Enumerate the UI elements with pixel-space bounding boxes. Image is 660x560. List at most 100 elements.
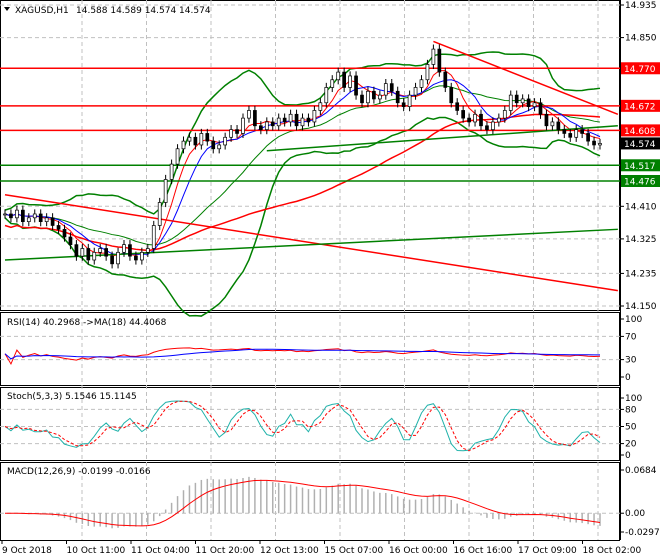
indicator-tick-label: 30 xyxy=(625,356,637,366)
indicator-tick-label: 100 xyxy=(625,315,642,325)
indicator-tick-label: 70 xyxy=(625,332,637,342)
candle-body xyxy=(574,129,579,138)
stoch-title: Stoch(5,3,3) 5.1546 15.1145 xyxy=(7,392,137,402)
time-label: 15 Oct 07:00 xyxy=(325,546,384,556)
candle-body xyxy=(259,125,263,130)
candle-body xyxy=(26,217,31,222)
time-label: 18 Oct 02:00 xyxy=(583,546,642,556)
candle-body xyxy=(9,213,13,219)
candle-body xyxy=(526,98,531,107)
rsi-panel[interactable] xyxy=(4,347,601,366)
candle-body xyxy=(157,202,162,226)
candle-body xyxy=(264,121,269,130)
candle-body xyxy=(104,248,109,257)
candle-body xyxy=(479,113,483,127)
macd-title: MACD(12,26,9) -0.0199 -0.0166 xyxy=(7,467,151,477)
candle-body xyxy=(407,94,412,107)
symbol-label: XAGUSD,H1 xyxy=(15,6,69,16)
candle-body xyxy=(56,225,61,230)
candle-body xyxy=(80,248,85,257)
price-tick-label: 14.850 xyxy=(625,34,657,44)
candle-body xyxy=(360,94,364,104)
candle-body xyxy=(449,87,454,104)
candle-body xyxy=(598,143,602,146)
candle-body xyxy=(38,213,43,222)
chart-canvas[interactable]: 14.935 14.850 14.770 14.672 14.608 14.574 14.5… xyxy=(0,0,660,560)
candle-body xyxy=(241,117,245,134)
panel-frame xyxy=(0,0,620,311)
candle-body xyxy=(15,209,19,219)
grid xyxy=(0,0,620,541)
candle-body xyxy=(586,133,590,142)
indicator-tick-label: 100 xyxy=(625,394,642,404)
candle-body xyxy=(389,83,394,92)
candle-body xyxy=(276,117,281,127)
candle-body xyxy=(151,225,156,249)
candle-body xyxy=(312,110,317,123)
candle-body xyxy=(378,94,382,100)
candle-body xyxy=(473,113,477,123)
price-tick-label: 14.410 xyxy=(625,202,657,212)
candle-body xyxy=(336,71,341,81)
candle-body xyxy=(32,213,37,219)
candle-body xyxy=(324,87,329,104)
price-tag-label: 14.476 xyxy=(624,177,656,187)
indicator-tick-label: 20 xyxy=(625,440,637,450)
candle-body xyxy=(116,251,120,265)
candle-body xyxy=(229,129,233,138)
moving-average-slow xyxy=(4,113,601,252)
candle-body xyxy=(223,136,227,146)
candle-body xyxy=(544,113,549,127)
candle-body xyxy=(140,251,144,261)
time-label: 16 Oct 16:00 xyxy=(454,546,513,556)
indicator-tick-label: -0.0297 xyxy=(625,528,660,538)
time-label: 10 Oct 11:00 xyxy=(67,546,126,556)
rsi-title: RSI(14) 40.2968 ->MA(18) 44.4068 xyxy=(7,318,167,328)
candle-body xyxy=(145,248,150,253)
candle-body xyxy=(270,121,275,127)
dropdown-triangle-icon[interactable] xyxy=(4,7,10,11)
candle-body xyxy=(163,179,168,203)
candle-body xyxy=(128,244,132,257)
candle-body xyxy=(491,121,495,130)
indicator-tick-label: 0 xyxy=(625,451,631,461)
trendline[interactable] xyxy=(433,40,619,115)
time-label: 11 Oct 20:00 xyxy=(196,546,255,556)
candle-body xyxy=(253,110,257,127)
candle-body xyxy=(294,113,299,127)
indicator-tick-label: 0.00 xyxy=(625,509,645,519)
candle-body xyxy=(199,133,204,146)
trendline[interactable] xyxy=(4,228,618,261)
candle-body xyxy=(134,255,138,261)
candle-body xyxy=(74,244,79,257)
price-tag-label: 14.574 xyxy=(624,140,656,150)
bollinger-lower xyxy=(4,116,601,317)
price-tick-label: 14.325 xyxy=(625,235,657,245)
candle-body xyxy=(330,79,335,88)
candle-body xyxy=(532,102,537,107)
price-panel[interactable] xyxy=(0,40,620,317)
candle-body xyxy=(175,148,180,165)
candle-body xyxy=(68,236,73,245)
candle-body xyxy=(318,102,323,111)
candle-body xyxy=(592,140,596,146)
price-axis: 14.935 14.850 14.770 14.672 14.608 14.574 14.5… xyxy=(620,0,660,540)
time-label: 11 Oct 04:00 xyxy=(131,546,190,556)
candle-body xyxy=(3,213,7,216)
time-label: 12 Oct 13:00 xyxy=(260,546,319,556)
candle-body xyxy=(413,87,418,96)
candle-body xyxy=(514,94,519,104)
candle-body xyxy=(556,121,561,130)
trading-chart-window: 14.935 14.850 14.770 14.672 14.608 14.574 14.5… xyxy=(0,0,660,560)
candle-body xyxy=(502,110,507,119)
price-tick-label: 14.235 xyxy=(625,269,657,279)
candle-body xyxy=(520,98,525,104)
candle-body xyxy=(110,255,114,265)
candle-body xyxy=(181,140,186,150)
candle-body xyxy=(419,79,424,88)
macd-panel[interactable] xyxy=(4,476,601,529)
candle-body xyxy=(497,117,501,123)
chart-header: XAGUSD,H1 14.588 14.589 14.574 14.574 xyxy=(4,6,211,16)
time-label: 17 Oct 09:00 xyxy=(518,546,577,556)
candle-body xyxy=(342,71,346,88)
